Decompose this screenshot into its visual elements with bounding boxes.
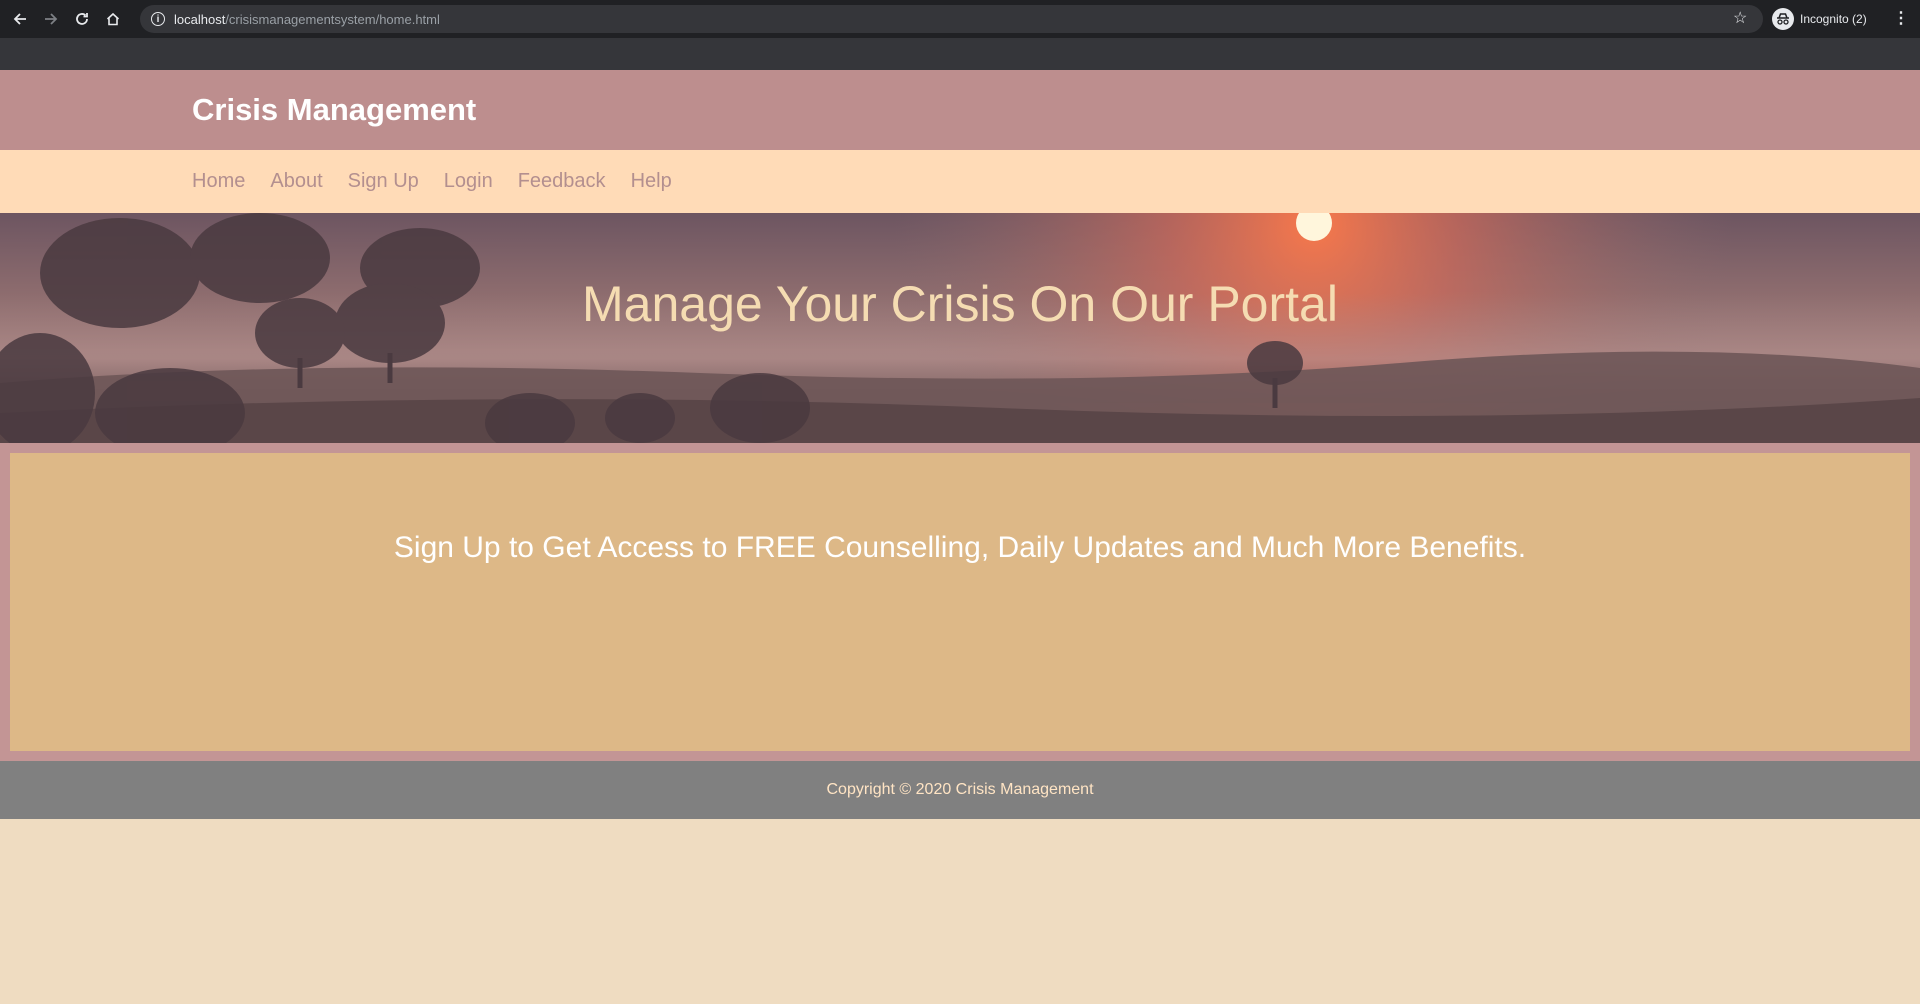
back-button[interactable] bbox=[9, 8, 31, 30]
hero-banner: Manage Your Crisis On Our Portal bbox=[0, 213, 1920, 443]
info-icon[interactable]: i bbox=[151, 12, 165, 26]
nav-link-about[interactable]: About bbox=[270, 170, 322, 193]
url-path: /crisismanagementsystem/home.html bbox=[225, 11, 440, 27]
home-button[interactable] bbox=[102, 8, 124, 30]
arrow-right-icon bbox=[45, 13, 58, 25]
site-nav: Home About Sign Up Login Feedback Help bbox=[0, 150, 1920, 213]
forward-button[interactable] bbox=[40, 8, 62, 30]
url-text[interactable]: localhost/crisismanagementsystem/home.ht… bbox=[174, 12, 440, 27]
incognito-profile-button[interactable]: Incognito (2) bbox=[1772, 8, 1867, 30]
content-frame: Sign Up to Get Access to FREE Counsellin… bbox=[0, 443, 1920, 761]
browser-bar-spacer bbox=[0, 38, 1920, 70]
nav-link-signup[interactable]: Sign Up bbox=[348, 170, 419, 193]
hero-title: Manage Your Crisis On Our Portal bbox=[582, 276, 1338, 332]
address-bar[interactable]: i localhost/crisismanagementsystem/home.… bbox=[140, 5, 1763, 33]
profile-label: Incognito (2) bbox=[1800, 12, 1867, 26]
incognito-icon bbox=[1772, 8, 1794, 30]
bookmark-star-icon[interactable]: ☆ bbox=[1733, 10, 1751, 28]
nav-link-feedback[interactable]: Feedback bbox=[518, 170, 606, 193]
site-title[interactable]: Crisis Management bbox=[192, 92, 476, 128]
browser-toolbar: i localhost/crisismanagementsystem/home.… bbox=[0, 0, 1920, 38]
copyright-text: Copyright © 2020 Crisis Management bbox=[826, 781, 1094, 798]
reload-icon bbox=[76, 13, 88, 25]
signup-promo-box: Sign Up to Get Access to FREE Counsellin… bbox=[10, 453, 1910, 751]
url-host: localhost bbox=[174, 11, 226, 27]
nav-link-home[interactable]: Home bbox=[192, 170, 245, 193]
nav-link-login[interactable]: Login bbox=[444, 170, 493, 193]
web-page: Crisis Management Home About Sign Up Log… bbox=[0, 70, 1920, 1004]
signup-promo-text: Sign Up to Get Access to FREE Counsellin… bbox=[393, 531, 1527, 564]
arrow-left-icon bbox=[13, 13, 26, 25]
reload-button[interactable] bbox=[71, 8, 93, 30]
home-icon bbox=[106, 12, 120, 26]
site-footer: Copyright © 2020 Crisis Management bbox=[0, 761, 1920, 819]
browser-menu-icon[interactable]: ⋮ bbox=[1893, 10, 1909, 28]
site-header: Crisis Management bbox=[0, 70, 1920, 150]
nav-link-help[interactable]: Help bbox=[631, 170, 672, 193]
